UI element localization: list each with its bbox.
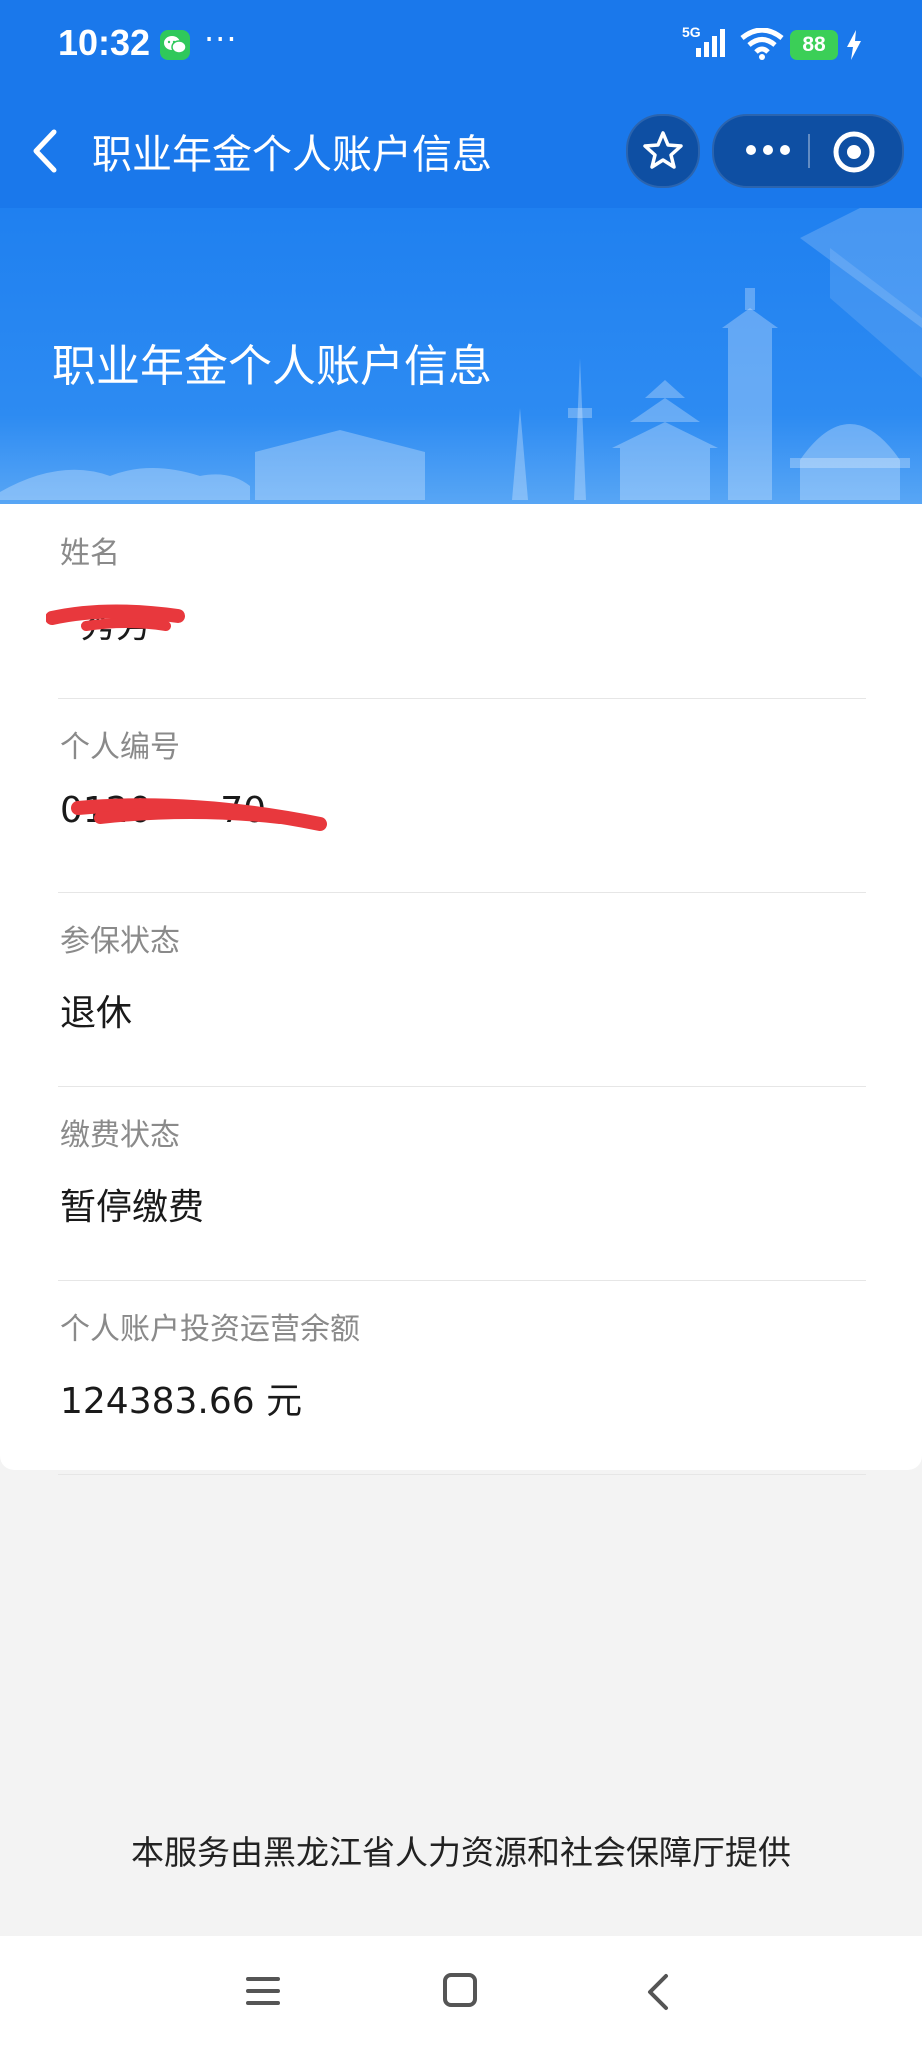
system-navigation-bar <box>0 1936 922 2048</box>
account-balance-value: 124383.66 元 <box>60 1381 303 1422</box>
personal-id-field: 个人编号 0120······70 <box>58 698 866 893</box>
payment-status-value: 暂停缴费 <box>60 1187 205 1228</box>
insurance-status-label: 参保状态 <box>60 924 180 959</box>
insurance-status-field: 参保状态 退休 <box>58 892 866 1087</box>
payment-status-label: 缴费状态 <box>60 1118 180 1153</box>
header-banner: 职业年金个人账户信息 <box>0 208 922 504</box>
personal-id-label: 个人编号 <box>60 730 180 765</box>
top-app-bar: 10:32 ··· 5G 88 职业年金个人账户信息 <box>0 0 922 208</box>
mini-program-capsule <box>712 114 904 188</box>
close-program-icon[interactable] <box>832 130 876 174</box>
account-balance-label: 个人账户投资运营余额 <box>60 1312 360 1347</box>
battery-indicator: 88 <box>790 30 838 60</box>
name-label: 姓名 <box>60 536 120 571</box>
system-back-icon[interactable] <box>644 1972 672 2012</box>
more-menu-icon[interactable] <box>744 142 792 158</box>
status-more-dots: ··· <box>204 20 238 58</box>
nav-title: 职业年金个人账户信息 <box>92 132 492 178</box>
charging-bolt-icon <box>847 30 861 60</box>
wifi-icon <box>740 28 784 60</box>
name-field: 姓名 秀芳 <box>46 504 866 699</box>
account-balance-field: 个人账户投资运营余额 124383.66 元 <box>58 1280 866 1475</box>
payment-status-field: 缴费状态 暂停缴费 <box>58 1086 866 1281</box>
back-arrow-icon[interactable] <box>28 128 64 174</box>
insurance-status-value: 退休 <box>60 993 133 1034</box>
capsule-divider <box>808 134 810 168</box>
recent-apps-menu-icon[interactable] <box>244 1974 282 2008</box>
account-info-card: 姓名 秀芳 个人编号 0120······70 参保状态 退休 缴费状态 暂停缴… <box>0 504 922 1475</box>
id-redaction-mark <box>71 798 327 831</box>
wechat-icon <box>160 30 190 60</box>
home-square-icon[interactable] <box>442 1972 478 2008</box>
signal-icon <box>696 29 725 57</box>
service-provider-footer: 本服务由黑龙江省人力资源和社会保障厅提供 <box>131 1833 791 1872</box>
star-icon <box>643 131 683 169</box>
name-redaction-mark <box>46 604 185 631</box>
favorite-button[interactable] <box>626 114 700 188</box>
banner-title: 职业年金个人账户信息 <box>52 341 492 392</box>
status-time: 10:32 <box>58 22 151 63</box>
